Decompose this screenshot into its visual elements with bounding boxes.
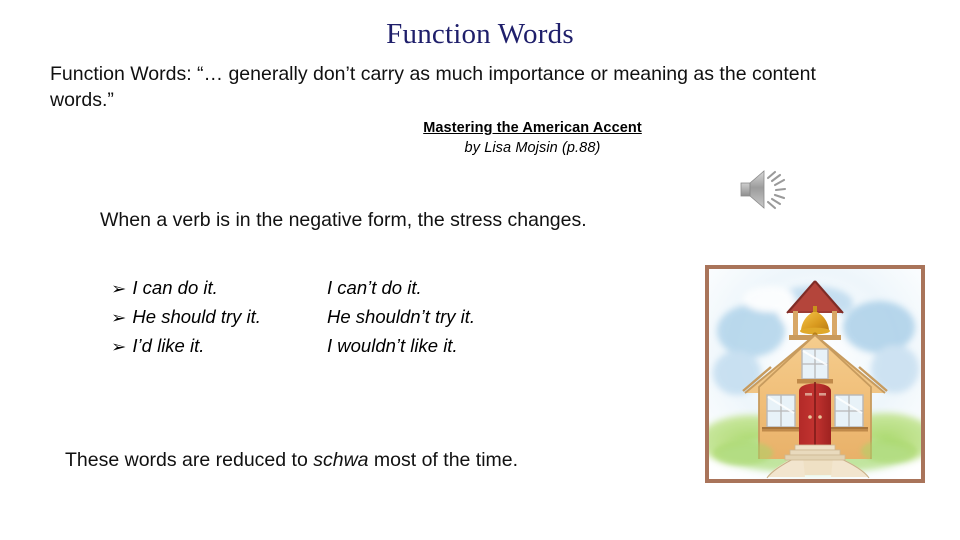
definition-paragraph: Function Words: “… generally don’t carry…	[50, 63, 816, 111]
arrow-bullet-icon: ➢	[110, 337, 127, 356]
table-row: ➢ I can do it. I can’t do it.	[110, 273, 652, 303]
example-affirmative-cell: ➢ He should try it.	[110, 302, 327, 332]
example-negative-text: He shouldn’t try it.	[327, 306, 476, 327]
closing-emphasis-schwa: schwa	[313, 449, 369, 471]
table-row: ➢ I’d like it. I wouldn’t like it.	[110, 331, 652, 361]
stress-rule-text: When a verb is in the negative form, the…	[100, 209, 587, 231]
examples-table: ➢ I can do it. I can’t do it. ➢ He shoul…	[110, 273, 652, 361]
closing-text-after: most of the time.	[368, 449, 519, 471]
citation-source-title: Mastering the American Accent	[423, 120, 642, 136]
example-affirmative-text: I can do it.	[132, 277, 218, 298]
example-affirmative-cell: ➢ I can do it.	[110, 273, 327, 303]
citation-block: Mastering the American Accent by Lisa Mo…	[330, 119, 735, 158]
table-row: ➢ He should try it. He shouldn’t try it.	[110, 302, 652, 332]
slide-canvas: Function Words Function Words: “… genera…	[0, 0, 960, 540]
closing-text-before: These words are reduced to	[65, 449, 314, 471]
example-affirmative-cell: ➢ I’d like it.	[110, 331, 327, 361]
page-title: Function Words	[386, 18, 574, 50]
closing-sentence: These words are reduced to schwa most of…	[65, 447, 685, 473]
schoolhouse-illustration	[705, 265, 925, 483]
arrow-bullet-icon: ➢	[110, 308, 127, 327]
citation-author: by Lisa Mojsin (p.88)	[464, 140, 601, 156]
example-negative-text: I wouldn’t like it.	[327, 335, 458, 356]
speaker-audio-icon[interactable]	[738, 164, 794, 216]
example-affirmative-text: I’d like it.	[132, 335, 205, 356]
example-affirmative-text: He should try it.	[132, 306, 261, 327]
example-negative-text: I can’t do it.	[327, 277, 422, 298]
arrow-bullet-icon: ➢	[110, 279, 127, 298]
